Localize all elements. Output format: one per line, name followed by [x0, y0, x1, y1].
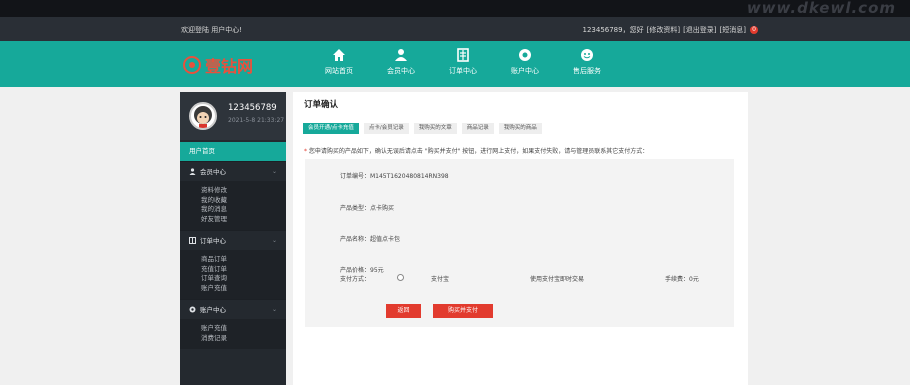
logo-text: 壹钻网	[205, 57, 254, 76]
nav-items: 网站首页 会员中心 订单中心 账户中心 售后服务	[308, 41, 618, 87]
page-title: 订单确认	[304, 100, 339, 110]
sidebar-item-home[interactable]: 用户首页	[180, 142, 286, 161]
nav-item-label: 网站首页	[325, 67, 353, 75]
sidebar-section-title: 订单中心	[200, 236, 226, 245]
welcome-text: 欢迎登陆 用户中心!	[181, 26, 243, 34]
home-icon	[333, 49, 345, 61]
chevron-down-icon: ⌄	[271, 168, 277, 175]
user-bar: 欢迎登陆 用户中心! 123456789，您好 [修改资料] [退出登录] [短…	[0, 17, 910, 41]
sidebar-list-account: 账户充值 消费记录	[180, 319, 286, 349]
tab-card-records[interactable]: 点卡/会员记录	[363, 123, 409, 134]
tab-purchased-products[interactable]: 我购买的商品	[498, 123, 542, 134]
gear-icon	[189, 306, 196, 313]
sidebar-item-spending-records[interactable]: 消费记录	[201, 334, 286, 344]
nav-item-home[interactable]: 网站首页	[308, 41, 370, 87]
product-type: 产品类型：点卡购买	[340, 205, 395, 212]
username-greeting: 123456789，您好	[582, 26, 644, 34]
nav-item-orders[interactable]: 订单中心	[432, 41, 494, 87]
tab-membership-recharge[interactable]: 会员开通/点卡充值	[303, 123, 359, 134]
sidebar-item-friends[interactable]: 好友管理	[201, 215, 286, 225]
nav-item-label: 会员中心	[387, 67, 415, 75]
sidebar-item-account-recharge[interactable]: 账户充值	[201, 284, 286, 294]
message-count-badge[interactable]: 0	[750, 26, 758, 34]
sidebar-item-messages[interactable]: 我的消息	[201, 205, 286, 215]
user-links: 123456789，您好 [修改资料] [退出登录] [短消息] 0	[582, 25, 758, 35]
sidebar-item-order-query[interactable]: 订单查询	[201, 274, 286, 284]
pay-method-label: 支付方式：	[340, 276, 371, 283]
order-list-icon	[457, 48, 469, 62]
nav-item-account[interactable]: 账户中心	[494, 41, 556, 87]
nav-item-label: 账户中心	[511, 67, 539, 75]
sidebar-section-account[interactable]: 账户中心 ⌄	[180, 299, 286, 319]
fee-text: 手续费：0元	[665, 276, 699, 283]
logout-link[interactable]: [退出登录]	[683, 25, 716, 35]
sidebar-item-recharge[interactable]: 账户充值	[201, 324, 286, 334]
site-logo[interactable]: 壹钻网	[183, 53, 253, 77]
user-icon	[189, 168, 196, 175]
order-number: 订单编号：M145T1620480814RN398	[340, 173, 449, 180]
back-button[interactable]: 返回	[386, 304, 421, 318]
sidebar-section-title: 会员中心	[200, 167, 226, 176]
watermark: www.dkewl.com	[746, 0, 896, 17]
nav-item-label: 订单中心	[449, 67, 477, 75]
sidebar-item-favorites[interactable]: 我的收藏	[201, 196, 286, 206]
main-content: 订单确认 会员开通/点卡充值 点卡/会员记录 我购买的文章 商品记录 我购买的商…	[293, 92, 748, 385]
sidebar-item-product-orders[interactable]: 商品订单	[201, 255, 286, 265]
sidebar-section-orders[interactable]: 订单中心 ⌄	[180, 230, 286, 250]
nav-item-label: 售后服务	[573, 67, 601, 75]
profile-login-time: 2021-5-8 21:33:27	[228, 117, 285, 124]
order-list-icon	[189, 237, 196, 244]
profile-card: 123456789 2021-5-8 21:33:27	[180, 92, 286, 140]
sidebar: 123456789 2021-5-8 21:33:27 用户首页 会员中心 ⌄ …	[180, 92, 286, 385]
edit-profile-link[interactable]: [修改资料]	[647, 25, 680, 35]
sidebar-list-orders: 商品订单 充值订单 订单查询 账户充值	[180, 250, 286, 299]
avatar	[189, 102, 217, 130]
nav-item-member[interactable]: 会员中心	[370, 41, 432, 87]
profile-username: 123456789	[228, 103, 277, 113]
chevron-down-icon: ⌄	[271, 306, 277, 313]
sidebar-item-profile-edit[interactable]: 资料修改	[201, 186, 286, 196]
pay-option-label: 支付宝	[431, 276, 450, 283]
chevron-down-icon: ⌄	[271, 237, 277, 244]
notice-star: *	[304, 148, 307, 155]
logo-icon	[183, 56, 201, 74]
sidebar-list-member: 资料修改 我的收藏 我的消息 好友管理	[180, 181, 286, 230]
nav-item-service[interactable]: 售后服务	[556, 41, 618, 87]
user-icon	[395, 49, 407, 61]
sidebar-section-title: 账户中心	[200, 305, 226, 314]
tab-bar: 会员开通/点卡充值 点卡/会员记录 我购买的文章 商品记录 我购买的商品	[303, 123, 542, 134]
pay-option-description: 使用支付宝即时交易	[530, 276, 585, 283]
notice-message: 您申请购买的产品如下，确认无误后请点击 "购买并支付" 按钮，进行网上支付，如果…	[308, 148, 649, 155]
sidebar-section-member[interactable]: 会员中心 ⌄	[180, 161, 286, 181]
product-name: 产品名称：超值点卡包	[340, 236, 401, 243]
buy-and-pay-button[interactable]: 购买并支付	[433, 304, 493, 318]
notice-text: * 您申请购买的产品如下，确认无误后请点击 "购买并支付" 按钮，进行网上支付，…	[304, 146, 648, 155]
product-price: 产品价格：95元	[340, 267, 384, 274]
account-icon	[519, 49, 531, 61]
pay-option-radio[interactable]	[397, 274, 404, 281]
main-nav: 壹钻网 网站首页 会员中心 订单中心 账户中心 售后服务	[0, 41, 910, 87]
messages-link[interactable]: [短消息]	[720, 25, 746, 35]
service-icon	[581, 49, 593, 61]
tab-product-records[interactable]: 商品记录	[461, 123, 494, 134]
tab-purchased-articles[interactable]: 我购买的文章	[413, 123, 457, 134]
top-strip: www.dkewl.com	[0, 0, 910, 17]
order-card: 订单编号：M145T1620480814RN398 产品类型：点卡购买 产品名称…	[305, 159, 734, 327]
sidebar-item-recharge-orders[interactable]: 充值订单	[201, 265, 286, 275]
